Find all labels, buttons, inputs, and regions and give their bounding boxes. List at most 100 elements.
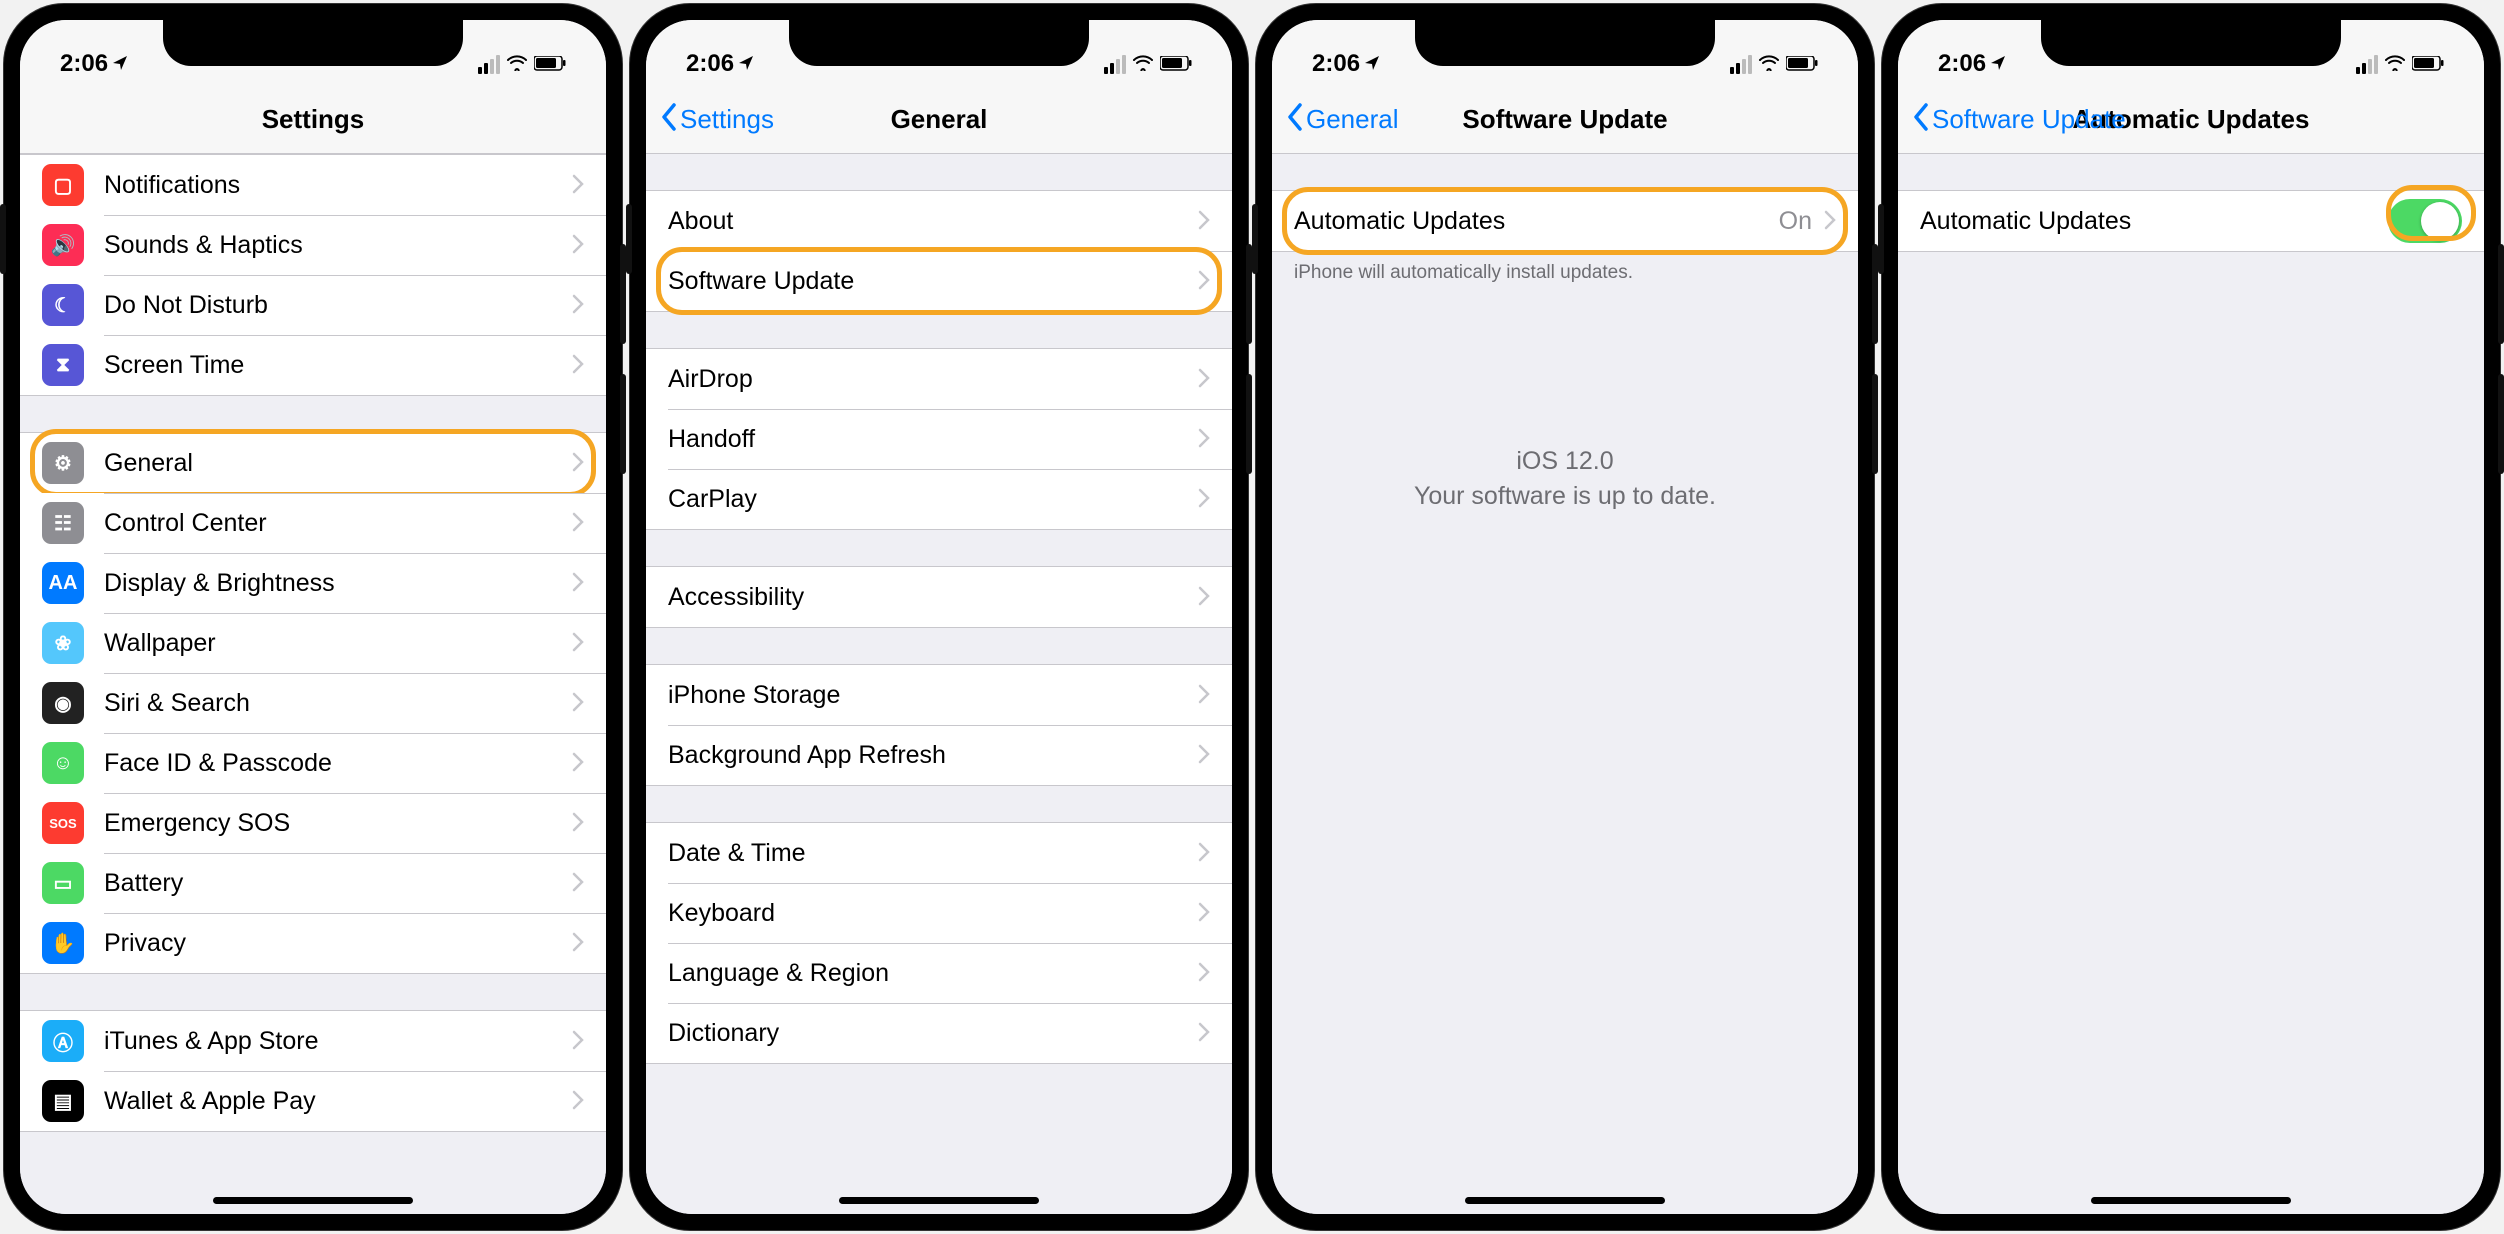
- home-indicator[interactable]: [1465, 1197, 1665, 1204]
- cellular-signal-icon: [1730, 55, 1752, 74]
- back-label: General: [1306, 104, 1399, 135]
- content-area[interactable]: Automatic Updates: [1898, 154, 2484, 1214]
- chevron-right-icon: [1198, 265, 1210, 297]
- status-time: 2:06: [686, 50, 734, 78]
- row-label: Dictionary: [668, 1019, 1198, 1048]
- hand-icon: ✋: [42, 922, 84, 964]
- row-keyboard[interactable]: Keyboard: [646, 883, 1232, 943]
- row-language[interactable]: Language & Region: [646, 943, 1232, 1003]
- row-autoupdates-toggle[interactable]: Automatic Updates: [1898, 191, 2484, 251]
- row-label: Language & Region: [668, 959, 1198, 988]
- row-label: Keyboard: [668, 899, 1198, 928]
- home-indicator[interactable]: [839, 1197, 1039, 1204]
- status-time: 2:06: [60, 50, 108, 78]
- row-dnd[interactable]: ☾Do Not Disturb: [20, 275, 606, 335]
- row-battery[interactable]: ▭ Battery: [20, 853, 606, 913]
- row-label: Wallet & Apple Pay: [104, 1087, 572, 1116]
- phone-frame-3: 2:06 Software Update Automatic Updates A…: [1882, 4, 2500, 1230]
- settings-group: ▢Notifications 🔊Sounds & Haptics ☾Do Not…: [20, 154, 606, 396]
- back-label: Settings: [680, 104, 774, 135]
- row-general[interactable]: ⚙General: [20, 433, 606, 493]
- battery-icon: [534, 50, 566, 78]
- row-label: Background App Refresh: [668, 741, 1198, 770]
- row-faceid[interactable]: ☺Face ID & Passcode: [20, 733, 606, 793]
- row-sounds[interactable]: 🔊Sounds & Haptics: [20, 215, 606, 275]
- settings-group: AirDrop Handoff CarPlay: [646, 348, 1232, 530]
- settings-group: ⒶiTunes & App Store ▤Wallet & Apple Pay: [20, 1010, 606, 1132]
- chevron-left-icon: [1286, 102, 1304, 138]
- chevron-right-icon: [572, 169, 584, 201]
- chevron-right-icon: [572, 567, 584, 599]
- status-time: 2:06: [1312, 50, 1360, 78]
- flower-icon: ❀: [42, 622, 84, 664]
- aa-icon: AA: [42, 562, 84, 604]
- settings-group: Accessibility: [646, 566, 1232, 628]
- chevron-right-icon: [572, 229, 584, 261]
- row-label: AirDrop: [668, 365, 1198, 394]
- row-wallet[interactable]: ▤Wallet & Apple Pay: [20, 1071, 606, 1131]
- row-carplay[interactable]: CarPlay: [646, 469, 1232, 529]
- row-display[interactable]: AADisplay & Brightness: [20, 553, 606, 613]
- row-label: Software Update: [668, 267, 1198, 296]
- cellular-signal-icon: [2356, 55, 2378, 74]
- row-dictionary[interactable]: Dictionary: [646, 1003, 1232, 1063]
- row-notifications[interactable]: ▢Notifications: [20, 155, 606, 215]
- row-label: Battery: [104, 869, 572, 898]
- row-sos[interactable]: SOSEmergency SOS: [20, 793, 606, 853]
- row-appstore[interactable]: ⒶiTunes & App Store: [20, 1011, 606, 1071]
- notch: [789, 20, 1089, 66]
- row-handoff[interactable]: Handoff: [646, 409, 1232, 469]
- screen: 2:06 Software Update Automatic Updates A…: [1898, 20, 2484, 1214]
- chevron-left-icon: [1912, 102, 1930, 138]
- row-swupdate[interactable]: Software Update: [646, 251, 1232, 311]
- row-autoupdates[interactable]: Automatic UpdatesOn: [1272, 191, 1858, 251]
- settings-group: Date & Time Keyboard Language & Region D…: [646, 822, 1232, 1064]
- row-detail: On: [1779, 207, 1812, 236]
- notch: [163, 20, 463, 66]
- location-arrow-icon: [1364, 50, 1380, 78]
- battery-icon: [1786, 50, 1818, 78]
- chevron-right-icon: [1198, 1017, 1210, 1049]
- content-area[interactable]: Automatic UpdatesOn iPhone will automati…: [1272, 154, 1858, 1214]
- back-button[interactable]: Settings: [660, 86, 774, 153]
- row-label: Wallpaper: [104, 629, 572, 658]
- row-datetime[interactable]: Date & Time: [646, 823, 1232, 883]
- row-bgrefresh[interactable]: Background App Refresh: [646, 725, 1232, 785]
- chevron-right-icon: [572, 867, 584, 899]
- row-siri[interactable]: ◉Siri & Search: [20, 673, 606, 733]
- row-about[interactable]: About: [646, 191, 1232, 251]
- back-button[interactable]: Software Update: [1912, 86, 2126, 153]
- chevron-right-icon: [572, 807, 584, 839]
- chevron-right-icon: [1198, 581, 1210, 613]
- page-title: Settings: [262, 104, 365, 135]
- status-time: 2:06: [1938, 50, 1986, 78]
- row-wallpaper[interactable]: ❀ Wallpaper: [20, 613, 606, 673]
- notch: [1415, 20, 1715, 66]
- home-indicator[interactable]: [213, 1197, 413, 1204]
- toggle-switch[interactable]: [2388, 199, 2462, 243]
- sounds-icon: 🔊: [42, 224, 84, 266]
- location-arrow-icon: [1990, 50, 2006, 78]
- content-area[interactable]: About Software Update AirDrop Handoff Ca…: [646, 154, 1232, 1214]
- row-airdrop[interactable]: AirDrop: [646, 349, 1232, 409]
- row-screentime[interactable]: ⧗Screen Time: [20, 335, 606, 395]
- row-privacy[interactable]: ✋Privacy: [20, 913, 606, 973]
- row-label: Automatic Updates: [1294, 207, 1779, 236]
- back-button[interactable]: General: [1286, 86, 1399, 153]
- notch: [2041, 20, 2341, 66]
- content-area[interactable]: ▢Notifications 🔊Sounds & Haptics ☾Do Not…: [20, 154, 606, 1214]
- settings-group: ⚙General ☷Control Center AADisplay & Bri…: [20, 432, 606, 974]
- chevron-right-icon: [572, 349, 584, 381]
- row-accessibility[interactable]: Accessibility: [646, 567, 1232, 627]
- row-storage[interactable]: iPhone Storage: [646, 665, 1232, 725]
- wifi-icon: [2384, 50, 2406, 78]
- row-label: iTunes & App Store: [104, 1027, 572, 1056]
- chevron-right-icon: [1198, 897, 1210, 929]
- nav-bar: Settings: [20, 86, 606, 154]
- ios-version: iOS 12.0: [1312, 444, 1818, 479]
- home-indicator[interactable]: [2091, 1197, 2291, 1204]
- row-label: CarPlay: [668, 485, 1198, 514]
- chevron-right-icon: [572, 747, 584, 779]
- row-controlcenter[interactable]: ☷Control Center: [20, 493, 606, 553]
- battery-icon: ▭: [42, 862, 84, 904]
